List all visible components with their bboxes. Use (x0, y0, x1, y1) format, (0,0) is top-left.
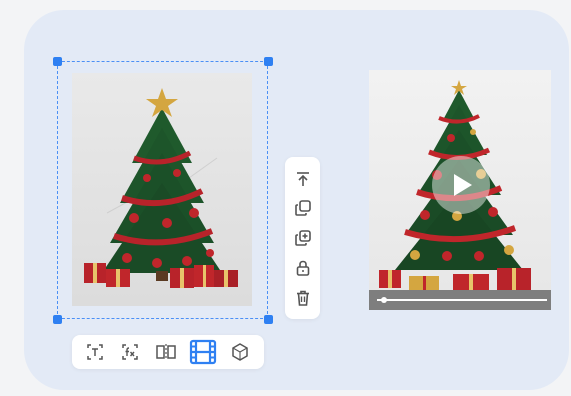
play-button[interactable] (432, 156, 490, 214)
video-progress-track[interactable] (377, 299, 547, 301)
add-copy-button[interactable] (292, 227, 313, 248)
video-progress-thumb[interactable] (381, 297, 387, 303)
play-icon (454, 174, 472, 196)
duplicate-icon (294, 199, 311, 216)
3d-button[interactable] (229, 341, 251, 363)
bring-to-front-button[interactable] (292, 168, 313, 189)
text-button[interactable] (84, 341, 106, 363)
delete-icon (296, 290, 309, 306)
duplicate-button[interactable] (292, 197, 313, 218)
3d-icon (232, 343, 248, 361)
fx-icon (122, 344, 138, 360)
vertical-toolbar (285, 157, 320, 319)
lock-button[interactable] (292, 257, 313, 278)
flip-button[interactable] (155, 341, 177, 363)
fx-button[interactable] (119, 341, 141, 363)
selection-frame (57, 61, 268, 319)
film-icon (189, 339, 217, 365)
resize-handle-bottom-right[interactable] (264, 315, 273, 324)
lock-icon (296, 260, 309, 276)
bottom-toolbar (72, 335, 264, 369)
resize-handle-top-left[interactable] (53, 57, 62, 66)
film-button[interactable] (189, 339, 217, 365)
resize-handle-bottom-left[interactable] (53, 315, 62, 324)
add-copy-icon (294, 229, 311, 246)
text-icon (87, 344, 103, 360)
delete-button[interactable] (292, 287, 313, 308)
bring-to-front-icon (296, 171, 309, 186)
flip-icon (156, 344, 176, 360)
resize-handle-top-right[interactable] (264, 57, 273, 66)
